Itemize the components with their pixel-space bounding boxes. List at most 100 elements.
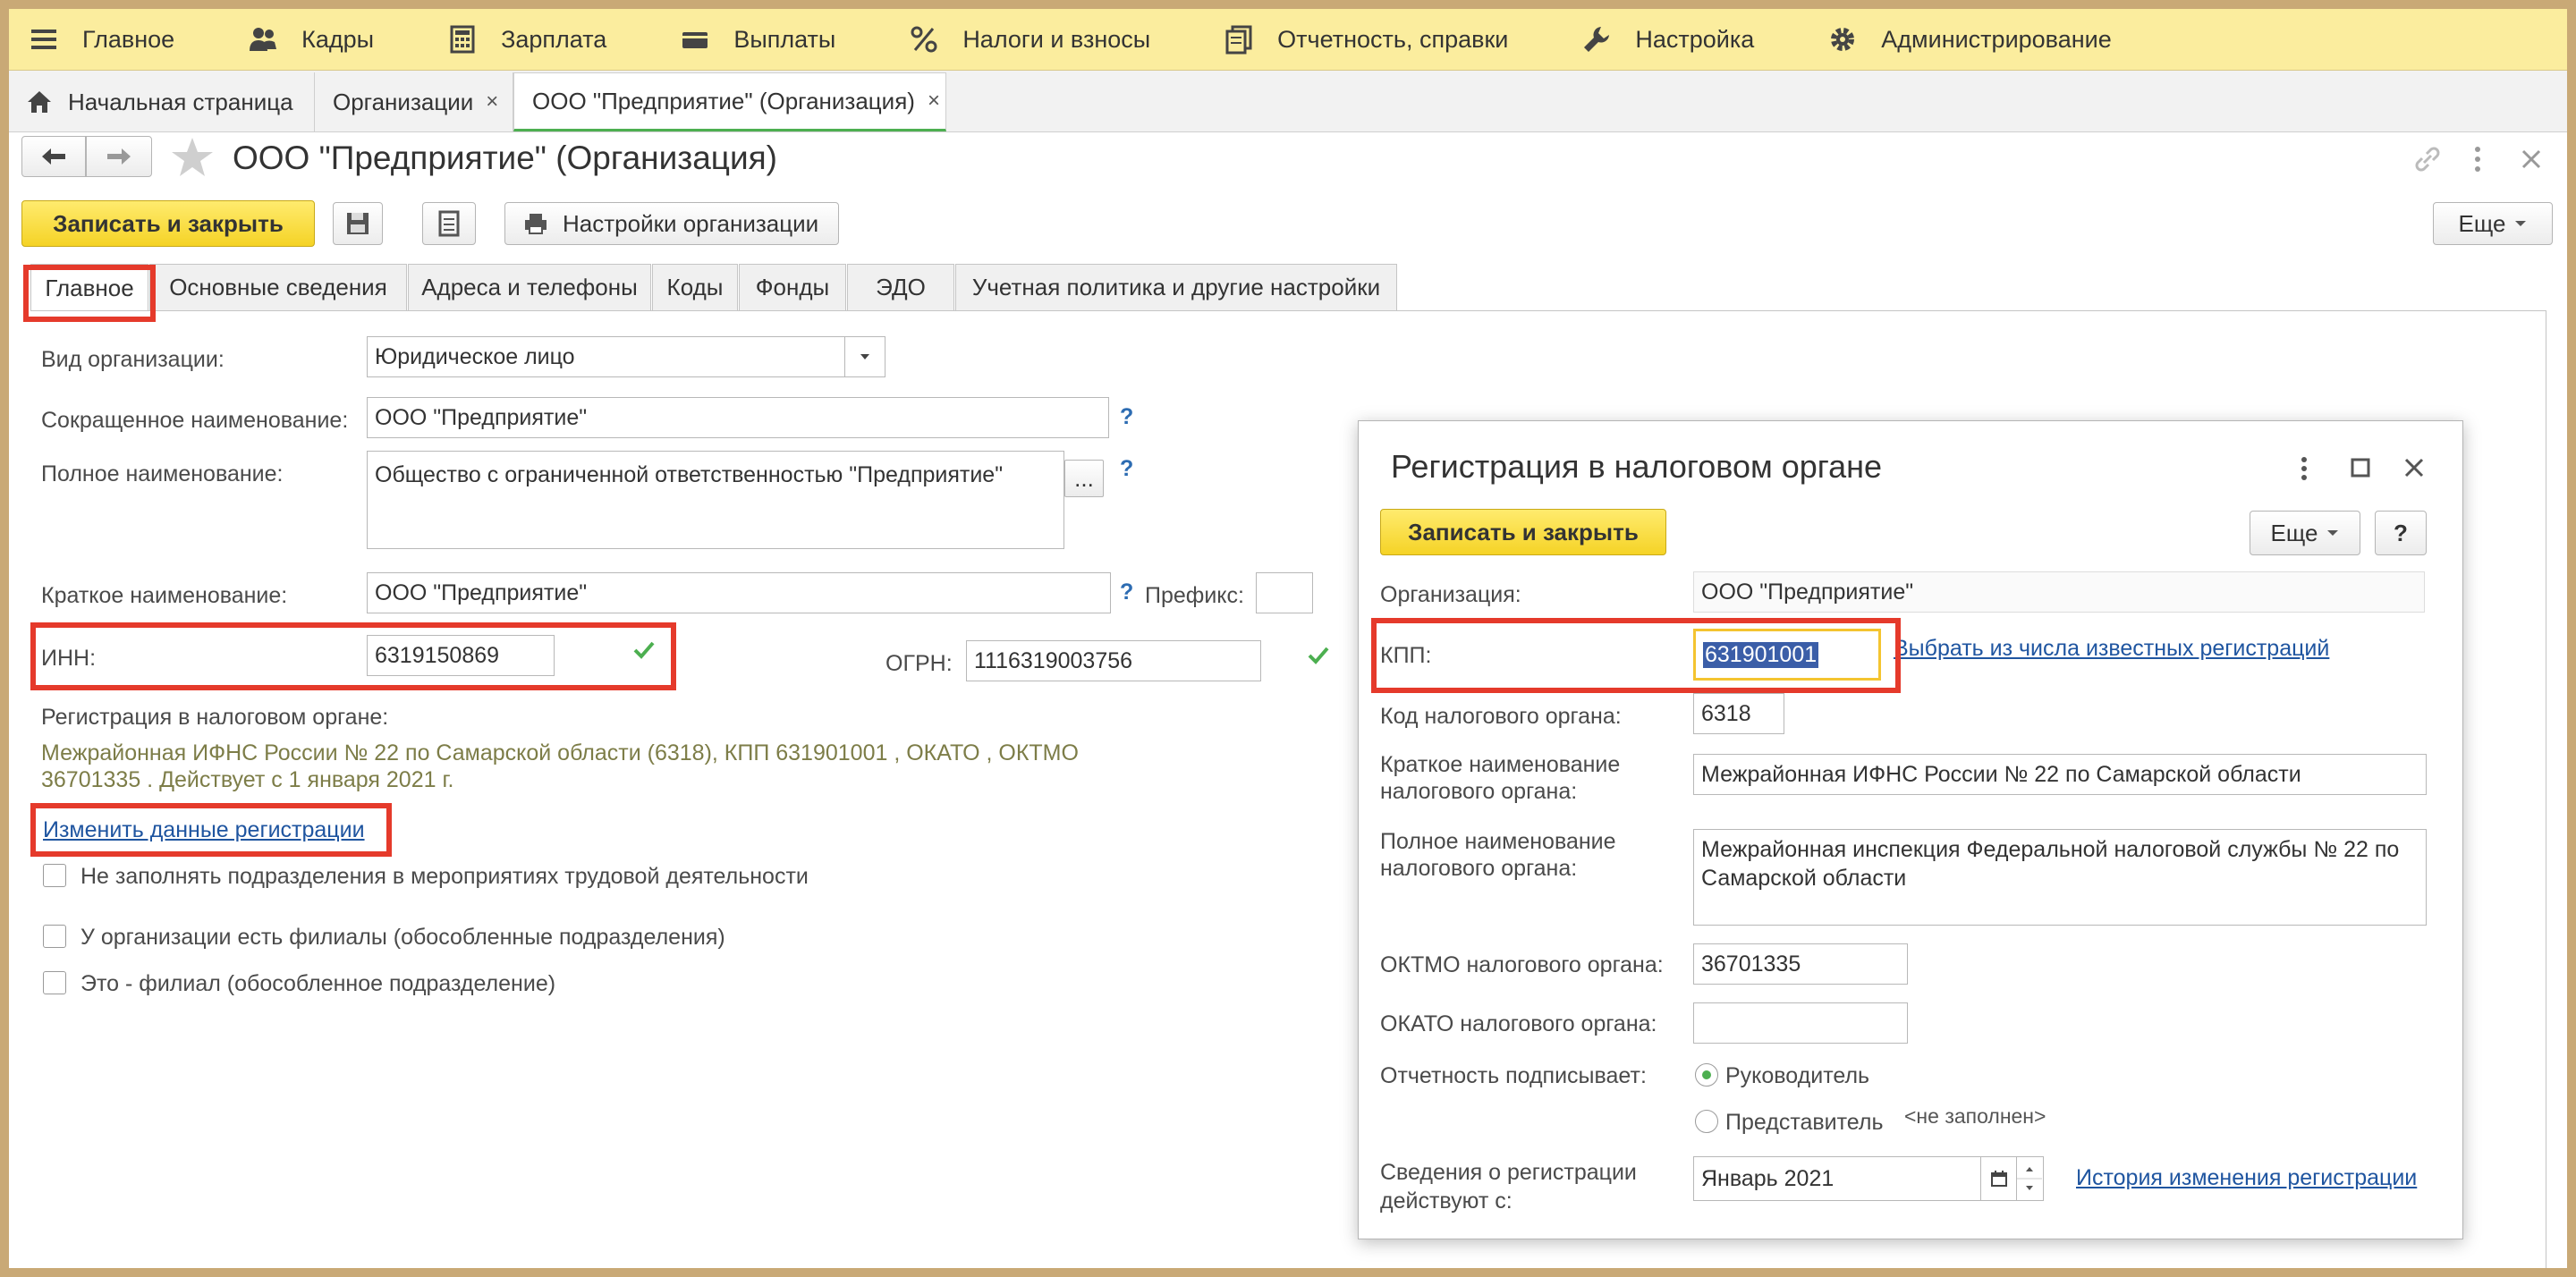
short-name-label: Сокращенное наименование: xyxy=(41,408,349,433)
tab-main[interactable]: Главное xyxy=(30,264,148,311)
star-icon[interactable] xyxy=(170,136,215,179)
checkbox-no-subdivisions[interactable] xyxy=(43,864,66,887)
section-menu: Главное Кадры Зарплата Выплаты Налоги и … xyxy=(9,9,2567,71)
close-icon[interactable] xyxy=(2521,148,2542,170)
tabs-divider xyxy=(30,310,2546,311)
month-stepper[interactable] xyxy=(2017,1156,2044,1201)
short-name-input[interactable]: ООО "Предприятие" xyxy=(367,397,1109,438)
full-name-label: налогового органа: xyxy=(1380,856,1578,881)
printer-icon xyxy=(525,214,547,234)
short-name-label: налогового органа: xyxy=(1380,779,1578,804)
tab-edo[interactable]: ЭДО xyxy=(847,264,954,310)
chevron-down-icon xyxy=(860,354,869,359)
okato-label: ОКАТО налогового органа: xyxy=(1380,1011,1657,1036)
check-icon xyxy=(633,641,655,659)
tax-code-input[interactable]: 6318 xyxy=(1693,693,1784,734)
dialog-title: Регистрация в налоговом органе xyxy=(1391,448,1883,485)
calculator-icon xyxy=(447,24,478,55)
more-vertical-icon[interactable] xyxy=(2298,455,2310,482)
menu-taxes[interactable]: Налоги и взносы xyxy=(889,9,1170,70)
tab-basic-info[interactable]: Основные сведения xyxy=(149,264,407,310)
dialog-save-close-button[interactable]: Записать и закрыть xyxy=(1380,509,1666,555)
more-vertical-icon[interactable] xyxy=(2470,143,2485,175)
close-icon[interactable] xyxy=(2403,457,2425,478)
valid-from-label: Сведения о регистрации xyxy=(1380,1160,1637,1185)
highlight-inn xyxy=(30,622,676,690)
checkbox-has-branches[interactable] xyxy=(43,925,66,948)
choose-registration-link[interactable]: Выбрать из числа известных регистраций xyxy=(1894,636,2329,662)
brief-name-input[interactable]: ООО "Предприятие" xyxy=(367,572,1111,613)
tab-home[interactable]: Начальная страница xyxy=(9,72,315,131)
menu-settings[interactable]: Настройка xyxy=(1562,9,1774,70)
menu-payments[interactable]: Выплаты xyxy=(660,9,855,70)
menu-salary[interactable]: Зарплата xyxy=(428,9,626,70)
inn-input[interactable]: 6319150869 xyxy=(367,635,555,676)
dropdown-button[interactable] xyxy=(844,337,885,376)
valid-from-label: действуют с: xyxy=(1380,1188,1513,1214)
menu-hr[interactable]: Кадры xyxy=(228,9,394,70)
close-icon[interactable]: × xyxy=(486,89,498,114)
org-label: Организация: xyxy=(1380,582,1521,607)
short-name-input[interactable]: Межрайонная ИФНС России № 22 по Самарско… xyxy=(1693,754,2427,795)
help-icon[interactable]: ? xyxy=(1120,456,1133,482)
dialog-more-button[interactable]: Еще xyxy=(2250,511,2360,555)
representative-value[interactable]: <не заполнен> xyxy=(1904,1104,2046,1129)
gear-icon xyxy=(1827,24,1858,55)
radio-head[interactable] xyxy=(1695,1063,1718,1087)
ogrn-input[interactable]: 1116319003756 xyxy=(966,640,1261,681)
wrench-icon xyxy=(1581,24,1612,55)
ogrn-label: ОГРН: xyxy=(886,651,953,676)
calendar-button[interactable] xyxy=(1981,1156,2017,1201)
check-icon xyxy=(1308,647,1329,664)
okato-input[interactable] xyxy=(1693,1002,1908,1044)
checkbox-label: Не заполнять подразделения в мероприятия… xyxy=(80,864,809,889)
maximize-icon[interactable] xyxy=(2350,457,2371,478)
valid-from-input[interactable]: Январь 2021 xyxy=(1693,1156,1981,1201)
prefix-input[interactable] xyxy=(1256,572,1313,613)
full-name-input[interactable]: Общество с ограниченной ответственностью… xyxy=(367,451,1064,549)
link-icon[interactable] xyxy=(2411,143,2444,175)
tab-funds[interactable]: Фонды xyxy=(739,264,846,310)
back-button[interactable] xyxy=(21,136,86,177)
history-link[interactable]: История изменения регистрации xyxy=(2076,1165,2417,1191)
tab-accounting-policy[interactable]: Учетная политика и другие настройки xyxy=(955,264,1397,310)
kpp-input[interactable]: 631901001 xyxy=(1693,629,1881,681)
signer-label: Отчетность подписывает: xyxy=(1380,1063,1647,1088)
org-field: ООО "Предприятие" xyxy=(1693,571,2425,613)
change-registration-link[interactable]: Изменить данные регистрации xyxy=(43,817,365,843)
prefix-label: Префикс: xyxy=(1145,583,1244,608)
tab-organizations[interactable]: Организации × xyxy=(315,72,513,131)
arrow-right-icon xyxy=(107,148,131,165)
full-name-label: Полное наименование xyxy=(1380,829,1616,854)
help-icon[interactable]: ? xyxy=(1120,579,1133,605)
checkbox-is-branch[interactable] xyxy=(43,971,66,994)
dialog-help-button[interactable]: ? xyxy=(2375,511,2427,555)
forward-button[interactable] xyxy=(86,136,152,177)
tab-addresses[interactable]: Адреса и телефоны xyxy=(408,264,651,310)
org-settings-button[interactable]: Настройки организации xyxy=(504,202,839,245)
document-icon xyxy=(438,210,460,237)
save-close-button[interactable]: Записать и закрыть xyxy=(21,200,315,247)
checkbox-label: Это - филиал (обособленное подразделение… xyxy=(80,971,556,996)
oktmo-input[interactable]: 36701335 xyxy=(1693,943,1908,985)
tab-organization-form[interactable]: ООО "Предприятие" (Организация) × xyxy=(513,72,946,131)
open-full-name-button[interactable]: ... xyxy=(1064,460,1104,497)
hamburger-icon xyxy=(29,24,59,55)
org-kind-select[interactable]: Юридическое лицо xyxy=(367,336,886,377)
chevron-down-icon xyxy=(2515,221,2527,226)
help-icon[interactable]: ? xyxy=(1120,404,1133,430)
menu-admin[interactable]: Администрирование xyxy=(1808,9,2131,70)
form-title: ООО "Предприятие" (Организация) xyxy=(233,140,778,176)
save-button[interactable] xyxy=(333,202,383,245)
tab-codes[interactable]: Коды xyxy=(652,264,738,310)
document-button[interactable] xyxy=(422,202,476,245)
radio-representative[interactable] xyxy=(1695,1110,1718,1133)
percent-icon xyxy=(909,24,939,55)
menu-main[interactable]: Главное xyxy=(9,9,194,70)
close-icon[interactable]: × xyxy=(928,89,940,114)
home-icon xyxy=(27,90,52,114)
more-button[interactable]: Еще xyxy=(2433,202,2553,245)
short-name-label: Краткое наименование xyxy=(1380,752,1621,777)
full-name-input[interactable]: Межрайонная инспекция Федеральной налого… xyxy=(1693,829,2427,926)
menu-reports[interactable]: Отчетность, справки xyxy=(1204,9,1528,70)
